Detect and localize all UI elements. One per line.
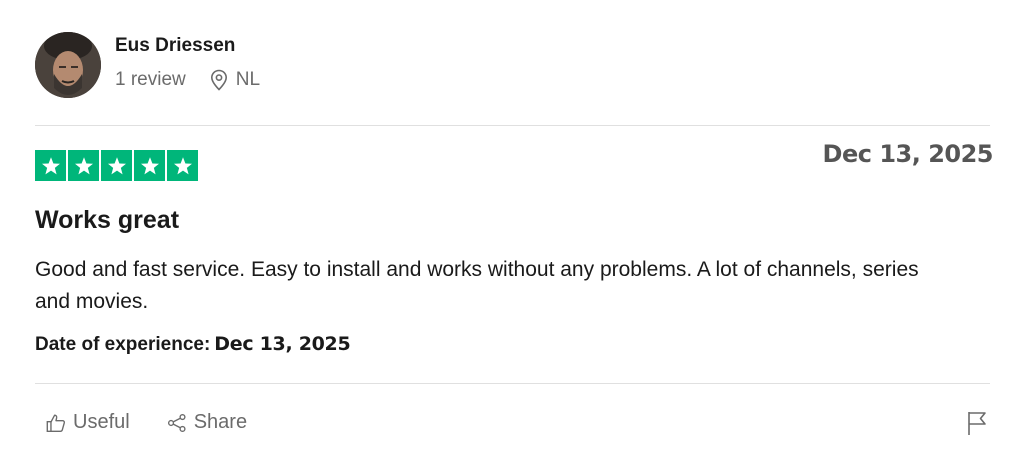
reviewer-name[interactable]: Eus Driessen xyxy=(115,35,260,57)
reviewer-country: NL xyxy=(235,69,261,90)
review-title: Works great xyxy=(35,206,180,234)
star-icon xyxy=(35,150,66,181)
star-icon xyxy=(68,150,99,181)
experience-date: Dec 13, 2025 xyxy=(214,333,351,355)
star-icon xyxy=(101,150,132,181)
share-button[interactable]: Share xyxy=(166,411,247,434)
review-actions: Useful Share xyxy=(45,411,247,434)
date-of-experience: Date of experience: Dec 13, 2025 xyxy=(35,333,351,356)
avatar[interactable] xyxy=(35,32,101,98)
useful-button[interactable]: Useful xyxy=(45,411,130,434)
star-rating xyxy=(35,150,198,181)
star-icon xyxy=(134,150,165,181)
experience-label: Date of experience: xyxy=(35,334,211,355)
location-pin-icon xyxy=(210,69,228,91)
review-count: 1 review xyxy=(115,69,186,90)
review-body: Good and fast service. Easy to install a… xyxy=(35,258,919,313)
divider xyxy=(35,125,990,126)
share-label: Share xyxy=(193,411,248,433)
reviewer-header: Eus Driessen 1 review NL xyxy=(35,32,260,98)
useful-label: Useful xyxy=(73,411,130,433)
divider xyxy=(35,383,990,384)
avatar-image xyxy=(35,32,101,98)
reviewer-meta: 1 review NL xyxy=(115,69,260,91)
report-flag-button[interactable] xyxy=(966,410,988,441)
flag-icon xyxy=(968,412,986,435)
thumbs-up-icon xyxy=(46,414,66,432)
share-icon xyxy=(167,413,186,432)
star-icon xyxy=(167,150,198,181)
review-date: Dec 13, 2025 xyxy=(822,140,994,168)
